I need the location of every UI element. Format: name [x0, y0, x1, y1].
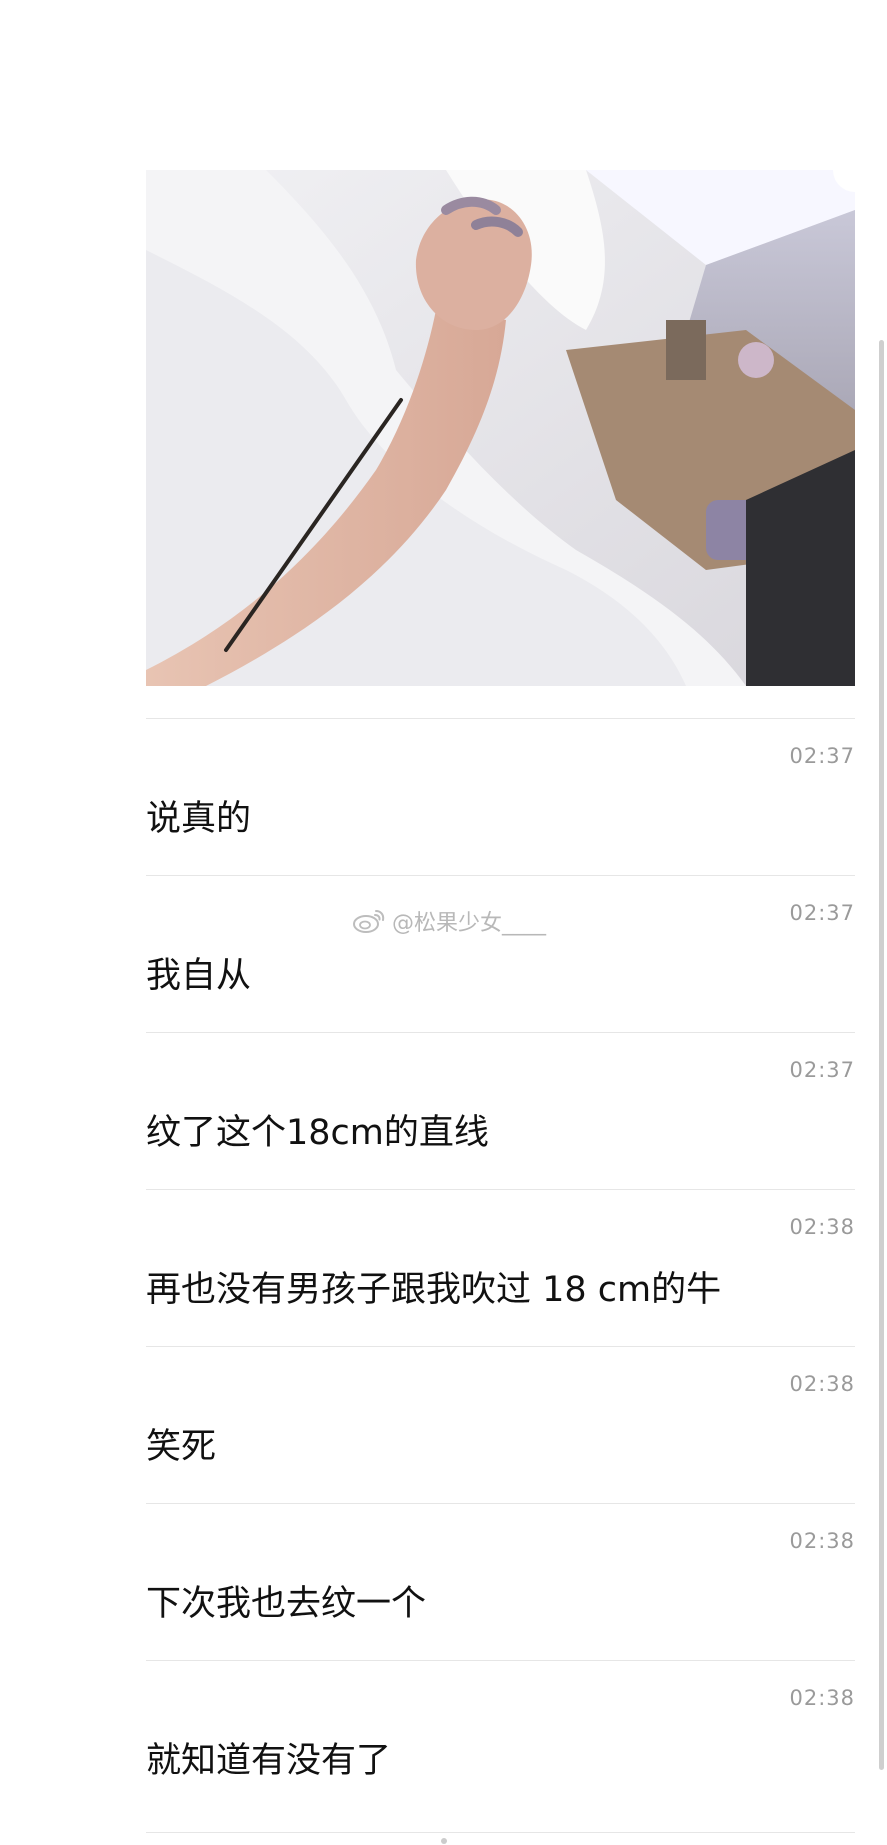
message-time: 02:38 [789, 1372, 855, 1396]
photo-message[interactable] [146, 170, 855, 686]
chat-message: 02:37 说真的 [146, 718, 855, 875]
watermark-text: @松果少女____ [392, 911, 547, 936]
chat-message: 02:37 我自从 [146, 875, 855, 1032]
message-text[interactable]: 我自从 [146, 947, 251, 998]
divider [146, 1832, 855, 1833]
message-time: 02:37 [789, 744, 855, 768]
message-text[interactable]: 下次我也去纹一个 [146, 1575, 426, 1626]
message-text[interactable]: 纹了这个18cm的直线 [146, 1104, 489, 1155]
message-time: 02:37 [789, 1058, 855, 1082]
message-time: 02:38 [789, 1529, 855, 1553]
scrollbar[interactable] [879, 340, 884, 1770]
message-text[interactable]: 笑死 [146, 1418, 216, 1469]
message-text[interactable]: 说真的 [146, 790, 251, 841]
message-text[interactable]: 就知道有没有了 [146, 1732, 391, 1783]
chat-message: 02:38 下次我也去纹一个 [146, 1503, 855, 1660]
photo-image [146, 170, 855, 686]
watermark: @松果少女____ [352, 905, 546, 937]
message-text[interactable]: 再也没有男孩子跟我吹过 18 cm的牛 [146, 1261, 721, 1312]
chat-message: 02:38 笑死 [146, 1346, 855, 1503]
page-indicator-dot [441, 1838, 447, 1844]
chat-message: 02:38 就知道有没有了 [146, 1660, 855, 1817]
message-time: 02:37 [789, 901, 855, 925]
weibo-icon [353, 910, 385, 933]
message-time: 02:38 [789, 1215, 855, 1239]
chat-message: 02:37 纹了这个18cm的直线 [146, 1032, 855, 1189]
message-time: 02:38 [789, 1686, 855, 1710]
chat-message: 02:38 再也没有男孩子跟我吹过 18 cm的牛 [146, 1189, 855, 1346]
chat-screen: 02:37 说真的 02:37 我自从 02:37 纹了这个18cm的直线 02… [0, 0, 887, 1845]
